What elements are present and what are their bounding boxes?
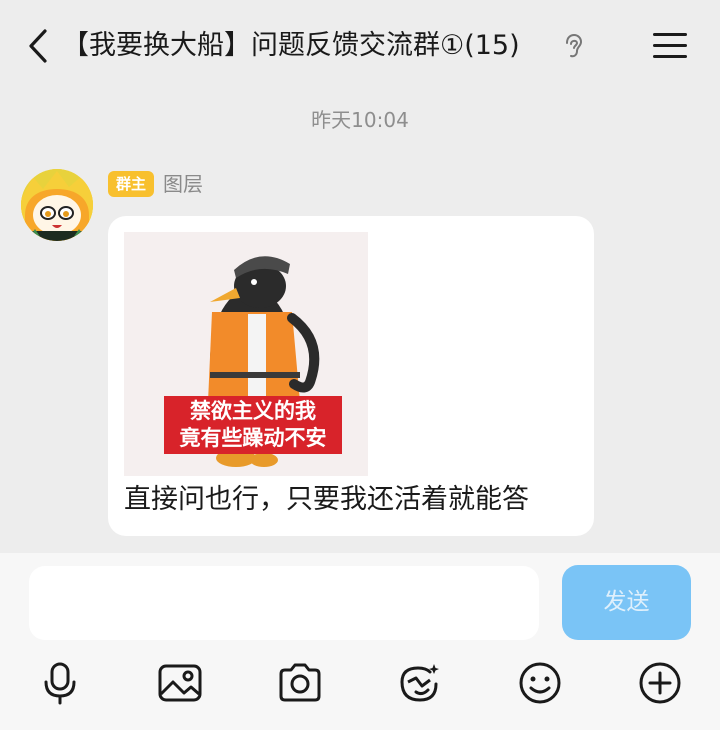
ear-icon: [566, 33, 583, 58]
composer-bar: 发送: [0, 553, 720, 730]
back-button[interactable]: [22, 28, 54, 64]
sticker-icon[interactable]: [396, 660, 442, 706]
anime-avatar-image: [21, 169, 93, 241]
sticker-caption: 禁欲主义的我 竟有些躁动不安: [164, 396, 342, 454]
penguin-sticker[interactable]: 禁欲主义的我 竟有些躁动不安: [124, 232, 368, 476]
message-input[interactable]: [29, 566, 539, 640]
plus-icon[interactable]: [637, 660, 683, 706]
sticker-caption-line2: 竟有些躁动不安: [179, 426, 327, 450]
message-text: 直接问也行，只要我还活着就能答: [124, 484, 529, 515]
message-timestamp: 昨天10:04: [311, 108, 409, 132]
sticker-caption-line1: 禁欲主义的我: [190, 399, 316, 423]
chat-header: 【我要换大船】问题反馈交流群①(15): [0, 0, 720, 92]
image-icon[interactable]: [157, 660, 203, 706]
camera-icon[interactable]: [277, 660, 323, 706]
message-bubble[interactable]: 禁欲主义的我 竟有些躁动不安 直接问也行，只要我还活着就能答: [108, 216, 594, 536]
chevron-left-icon: [29, 29, 47, 63]
sender-name[interactable]: 图层: [163, 170, 203, 198]
hamburger-menu-icon[interactable]: [650, 30, 690, 62]
send-button[interactable]: 发送: [562, 565, 691, 640]
avatar[interactable]: [21, 169, 93, 241]
microphone-icon[interactable]: [37, 660, 83, 706]
emoji-icon[interactable]: [517, 660, 563, 706]
owner-badge: 群主: [108, 171, 154, 197]
chat-title: 【我要换大船】问题反馈交流群①(15): [62, 30, 520, 61]
